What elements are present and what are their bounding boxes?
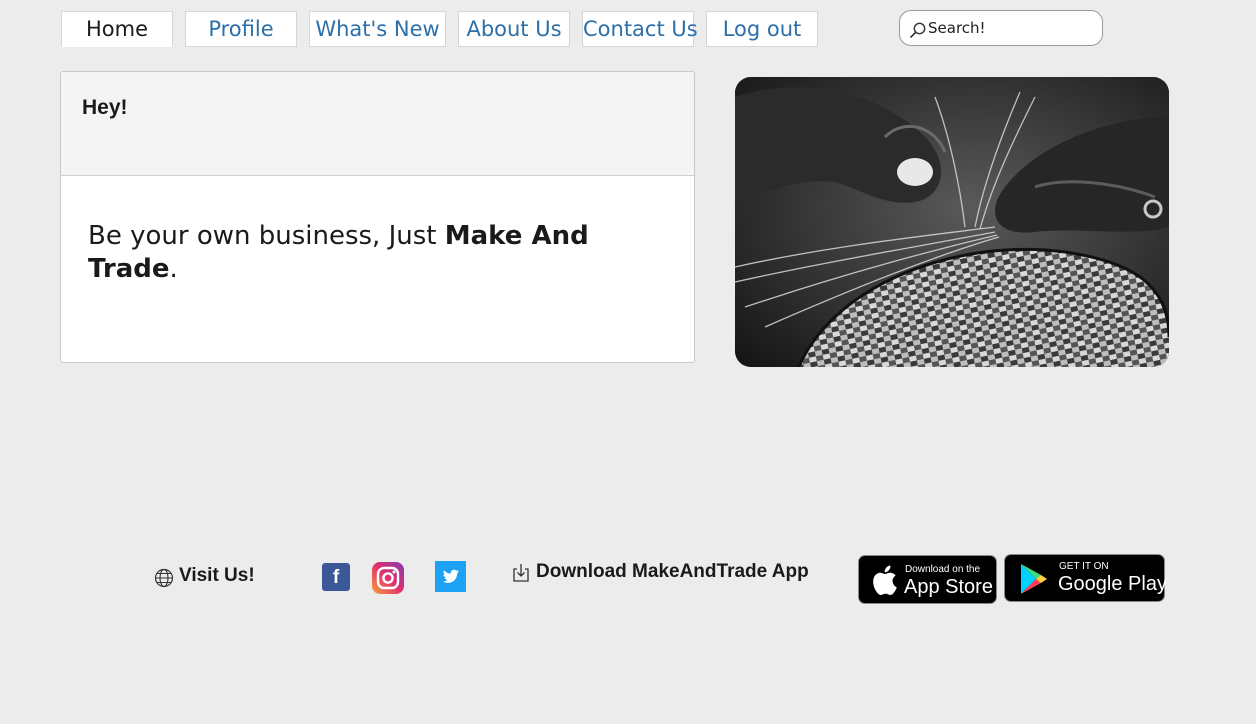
google-play-badge[interactable]: GET IT ON Google Play — [1004, 554, 1167, 602]
tagline-suffix: . — [169, 254, 178, 284]
app-store-badge[interactable]: Download on the App Store — [858, 555, 997, 604]
google-play-small-text: GET IT ON — [1059, 561, 1109, 572]
basket-weaving-photo — [735, 77, 1169, 367]
tagline: Be your own business, Just Make And Trad… — [88, 220, 648, 286]
card-title: Hey! — [82, 96, 128, 119]
download-icon — [513, 564, 529, 582]
download-app-label: Download MakeAndTrade App — [536, 561, 809, 582]
card-header: Hey! — [61, 72, 694, 176]
tab-log-out[interactable]: Log out — [706, 11, 818, 47]
tab-contact-us[interactable]: Contact Us — [582, 11, 698, 47]
twitter-icon[interactable] — [435, 561, 466, 592]
app-store-big-text: App Store — [904, 576, 993, 598]
hero-image — [735, 77, 1169, 367]
google-play-big-text: Google Play — [1058, 573, 1167, 595]
app-store-small-text: Download on the — [905, 564, 981, 575]
visit-us-label: Visit Us! — [179, 565, 255, 586]
facebook-icon[interactable]: f — [322, 563, 350, 591]
tab-whats-new[interactable]: What's New — [309, 11, 446, 47]
welcome-card: Hey! Be your own business, Just Make And… — [60, 71, 695, 363]
tab-profile[interactable]: Profile — [185, 11, 297, 47]
tab-home[interactable]: Home — [61, 11, 173, 47]
apple-icon — [873, 565, 897, 596]
search-input[interactable] — [928, 16, 1096, 40]
globe-icon — [154, 568, 174, 588]
tagline-prefix: Be your own business, Just — [88, 221, 445, 251]
instagram-icon[interactable] — [371, 561, 405, 595]
tab-about-us[interactable]: About Us — [458, 11, 570, 47]
search-box[interactable] — [899, 10, 1103, 46]
google-play-icon — [1021, 564, 1047, 594]
search-icon — [910, 22, 926, 38]
